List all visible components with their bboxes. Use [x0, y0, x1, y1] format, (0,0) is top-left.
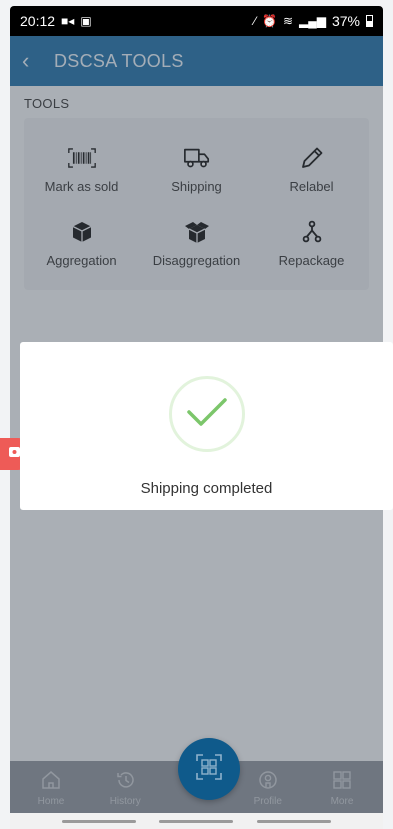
alarm-icon: ⏰ [261, 14, 277, 28]
status-bar: 20:12 ■◂ ▣ ⁄ ⏰ ≋ ▂▄▆ 37% [10, 6, 383, 36]
success-dialog: Shipping completed [20, 342, 393, 510]
gesture-bar [10, 813, 383, 829]
signal-icon: ▂▄▆ [299, 14, 326, 28]
gesture-handle [257, 819, 332, 823]
wifi-icon: ≋ [282, 14, 293, 28]
qr-scan-icon [195, 753, 223, 786]
success-indicator [168, 376, 245, 452]
battery-icon [366, 15, 373, 27]
check-icon [185, 396, 229, 433]
gesture-handle [159, 819, 234, 823]
scan-button[interactable] [178, 738, 240, 800]
mute-icon: ⁄ [253, 14, 256, 28]
battery-percent: 37% [331, 13, 360, 29]
dialog-message: Shipping completed [140, 480, 273, 497]
gallery-icon: ▣ [80, 14, 92, 28]
status-left: 20:12 ■◂ ▣ [20, 13, 92, 29]
status-time: 20:12 [20, 13, 56, 29]
status-right: ⁄ ⏰ ≋ ▂▄▆ 37% [254, 13, 373, 29]
gesture-handle [61, 819, 136, 823]
video-icon: ■◂ [61, 14, 75, 28]
